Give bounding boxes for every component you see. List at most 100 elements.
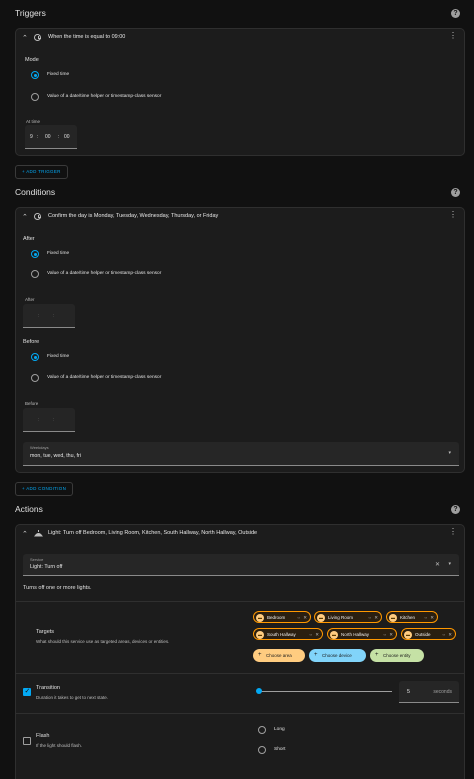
- chip-kitchen[interactable]: ▬ Kitchen ‹› ✕: [386, 611, 438, 623]
- chip-living-room[interactable]: ▬ Living Room ‹› ✕: [314, 611, 382, 623]
- service-select[interactable]: Service Light: Turn off ✕ ▾: [23, 554, 459, 576]
- flash-radio-short[interactable]: [258, 746, 266, 754]
- after-radio-fixed-label: Fixed time: [47, 251, 70, 256]
- before-radio-fixed[interactable]: [31, 353, 39, 361]
- transition-slider-handle[interactable]: [256, 688, 262, 694]
- before-radio-helper-label: Value of a date/time helper or timestamp…: [47, 375, 162, 380]
- at-time-input[interactable]: 9 : 00 : 00: [25, 125, 77, 149]
- sofa-icon: ▬: [317, 614, 325, 622]
- add-condition-button[interactable]: + ADD CONDITION: [15, 482, 74, 496]
- service-value: Light: Turn off: [30, 564, 63, 570]
- chip-south-hallway[interactable]: ▬ South Hallway ‹› ✕: [253, 628, 323, 640]
- service-description: Turns off one or more lights.: [23, 585, 92, 591]
- action-menu-icon[interactable]: ⋮: [449, 528, 457, 536]
- collapse-chevron-icon[interactable]: ⌃: [22, 213, 28, 221]
- add-trigger-button[interactable]: + ADD TRIGGER: [15, 165, 68, 179]
- flash-description: If the light should flash.: [36, 743, 83, 748]
- conditions-help-icon[interactable]: ?: [451, 188, 460, 197]
- after-time-input[interactable]: : :: [23, 304, 75, 328]
- before-radio-helper[interactable]: [31, 374, 39, 382]
- choose-device-button[interactable]: + Choose device: [309, 649, 366, 662]
- remove-chip-icon[interactable]: ✕: [315, 632, 319, 638]
- mode-label: Mode: [25, 57, 39, 63]
- triggers-title: Triggers: [15, 8, 46, 18]
- flash-title: Flash: [36, 733, 50, 739]
- weekdays-label: Weekdays: [30, 445, 49, 450]
- trigger-card-header[interactable]: ⌃ When the time is equal to 09:00 ⋮: [16, 29, 464, 49]
- transition-title: Transition: [36, 685, 60, 691]
- chip-outside[interactable]: ▬ Outside ‹› ✕: [401, 628, 456, 640]
- choose-entity-button[interactable]: + Choose entity: [370, 649, 424, 662]
- condition-card-header[interactable]: ⌃ Confirm the day is Monday, Tuesday, We…: [16, 208, 464, 228]
- radio-helper[interactable]: [31, 93, 39, 101]
- sofa-icon: ▬: [256, 614, 264, 622]
- transition-value: 5: [407, 689, 410, 695]
- flash-checkbox[interactable]: [23, 737, 31, 745]
- action-card-title: Light: Turn off Bedroom, Living Room, Ki…: [48, 530, 258, 536]
- flash-radio-long[interactable]: [258, 726, 266, 734]
- seconds-value[interactable]: 00: [64, 134, 70, 140]
- clock-icon: [34, 213, 41, 220]
- chip-bedroom[interactable]: ▬ Bedroom ‹› ✕: [253, 611, 311, 623]
- chip-north-hallway[interactable]: ▬ North Hallway ‹› ✕: [327, 628, 397, 640]
- actions-help-icon[interactable]: ?: [451, 505, 460, 514]
- sofa-icon: ▬: [404, 631, 412, 639]
- weekdays-value: mon, tue, wed, thu, fri: [30, 453, 81, 459]
- condition-menu-icon[interactable]: ⋮: [449, 211, 457, 219]
- remove-chip-icon[interactable]: ✕: [303, 615, 307, 621]
- remove-chip-icon[interactable]: ✕: [430, 615, 434, 621]
- sofa-icon: ▬: [389, 614, 397, 622]
- condition-card-title: Confirm the day is Monday, Tuesday, Wedn…: [48, 213, 219, 219]
- flash-radio-long-label: Long: [274, 727, 285, 732]
- radio-fixed-time-label: Fixed time: [47, 72, 70, 77]
- remove-chip-icon[interactable]: ✕: [448, 632, 452, 638]
- after-time-label: After: [25, 297, 35, 302]
- action-card-header[interactable]: ⌃ Light: Turn off Bedroom, Living Room, …: [16, 525, 464, 545]
- condition-card: ⌃ Confirm the day is Monday, Tuesday, We…: [15, 207, 465, 473]
- dropdown-caret-icon[interactable]: ▾: [448, 561, 451, 567]
- transition-description: Duration it takes to get to next state.: [36, 695, 109, 700]
- expand-icon[interactable]: ‹›: [297, 615, 300, 620]
- weekdays-select[interactable]: Weekdays mon, tue, wed, thu, fri ▾: [23, 442, 459, 466]
- radio-fixed-time[interactable]: [31, 71, 39, 79]
- after-radio-fixed[interactable]: [31, 250, 39, 258]
- clock-icon: [34, 34, 41, 41]
- expand-icon[interactable]: ‹›: [383, 632, 386, 637]
- remove-chip-icon[interactable]: ✕: [374, 615, 378, 621]
- clear-icon[interactable]: ✕: [435, 561, 440, 568]
- at-time-label: At time: [26, 119, 41, 124]
- trigger-card-title: When the time is equal to 09:00: [48, 34, 126, 40]
- plus-icon: +: [375, 652, 379, 658]
- plus-icon: +: [314, 652, 318, 658]
- transition-checkbox[interactable]: [23, 687, 31, 696]
- after-radio-helper[interactable]: [31, 270, 39, 278]
- hours-value[interactable]: 9: [30, 134, 33, 140]
- conditions-title: Conditions: [15, 187, 56, 197]
- before-time-label: Before: [25, 401, 39, 406]
- after-radio-helper-label: Value of a date/time helper or timestamp…: [47, 271, 162, 276]
- triggers-help-icon[interactable]: ?: [451, 9, 460, 18]
- service-label: Service: [30, 557, 44, 562]
- expand-icon[interactable]: ‹›: [309, 632, 312, 637]
- trigger-card: ⌃ When the time is equal to 09:00 ⋮ Mode…: [15, 28, 465, 156]
- radio-helper-label: Value of a date/time helper or timestamp…: [47, 94, 162, 99]
- targets-title: Targets: [36, 629, 55, 635]
- expand-icon[interactable]: ‹›: [424, 615, 427, 620]
- before-label: Before: [23, 339, 40, 345]
- remove-chip-icon[interactable]: ✕: [389, 632, 393, 638]
- trigger-menu-icon[interactable]: ⋮: [449, 32, 457, 40]
- expand-icon[interactable]: ‹›: [368, 615, 371, 620]
- collapse-chevron-icon[interactable]: ⌃: [22, 530, 28, 538]
- transition-input[interactable]: 5 seconds: [399, 681, 459, 703]
- expand-icon[interactable]: ‹›: [442, 632, 445, 637]
- actions-title: Actions: [15, 504, 43, 514]
- minutes-value[interactable]: 00: [45, 134, 51, 140]
- choose-area-button[interactable]: + Choose area: [253, 649, 305, 662]
- dropdown-caret-icon[interactable]: ▾: [448, 450, 451, 456]
- before-time-input[interactable]: : :: [23, 408, 75, 432]
- transition-unit: seconds: [433, 689, 452, 695]
- transition-slider[interactable]: [259, 691, 392, 692]
- collapse-chevron-icon[interactable]: ⌃: [22, 34, 28, 42]
- sofa-icon: ▬: [330, 631, 338, 639]
- flash-radio-short-label: Short: [274, 747, 286, 752]
